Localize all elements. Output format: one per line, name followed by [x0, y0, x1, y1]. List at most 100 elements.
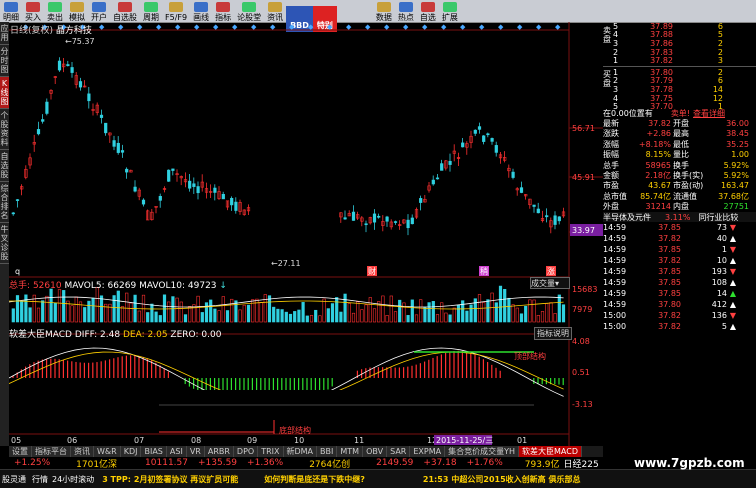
indicator-tab-6[interactable]: ASI	[166, 446, 187, 457]
tick-time: 14:59	[603, 245, 627, 255]
left-tab-0[interactable]: 应用	[0, 22, 9, 45]
toolbar-item-3[interactable]: 模拟	[66, 0, 88, 22]
quote-label: 最新	[603, 119, 619, 129]
indicator-tab-15[interactable]: SAR	[387, 446, 411, 457]
ask-row[interactable]: 5 37.89 6	[603, 22, 756, 31]
mavol5-label: MAVOL5	[64, 281, 102, 291]
tick-time: 15:00	[603, 311, 627, 321]
toolbar-item-7[interactable]: F5/F9	[162, 0, 190, 22]
tick-row: 15:00 37.82 136 ▼	[603, 310, 756, 321]
quote-value: 5.92%	[723, 171, 749, 181]
toolbar-item-6[interactable]: 周期	[140, 0, 162, 22]
left-tab-2[interactable]: K线图	[0, 77, 9, 109]
quote-row: 振幅 8.15% 量比 1.00	[603, 150, 756, 160]
price-tick-label: 45.91	[572, 173, 595, 182]
tick-row: 14:59 37.85 73 ▼	[603, 222, 756, 233]
indicator-tab-8[interactable]: ARBR	[204, 446, 234, 457]
news-headline-2[interactable]: 如何判断是底还是下跌中继?	[264, 474, 365, 485]
candle-body	[11, 212, 15, 215]
indicator-tab-0[interactable]: 设置	[9, 446, 32, 457]
bid-row[interactable]: 5 37.70 1	[603, 102, 756, 111]
toolbar-icon	[442, 2, 457, 12]
candle-body	[473, 129, 477, 134]
toolbar-item-1[interactable]: 买入	[22, 0, 44, 22]
toolbar-item-16[interactable]: 热点	[395, 0, 417, 22]
indicator-tab-17[interactable]: 集合竞价成交量YH	[445, 446, 520, 457]
candle-body	[536, 208, 540, 214]
indicator-tab-16[interactable]: EXPMA	[410, 446, 446, 457]
ask-row[interactable]: 1 37.82 3	[603, 56, 756, 65]
toolbar-icon	[376, 2, 391, 12]
left-tab-4[interactable]: 自选股	[0, 150, 9, 182]
left-tab-5[interactable]: 综合排名	[0, 182, 9, 223]
event-marker-icon: ◆	[99, 23, 105, 31]
volume-bar	[125, 292, 129, 323]
indicator-help-button[interactable]: 指标说明	[534, 327, 572, 340]
candle-body	[511, 171, 515, 178]
toolbar-item-0[interactable]: 明细	[0, 0, 22, 22]
indicator-tab-13[interactable]: MTM	[337, 446, 364, 457]
quote-value: 2.18亿	[645, 171, 671, 181]
toolbar-item-label: 周期	[143, 13, 159, 22]
bid-row[interactable]: 2 37.79 6	[603, 76, 756, 85]
indicator-tab-10[interactable]: TRIX	[258, 446, 284, 457]
toolbar-item-4[interactable]: 开户	[88, 0, 110, 22]
toolbar-item-8[interactable]: 画线	[190, 0, 212, 22]
volume-bar	[507, 297, 511, 323]
indicator-tab-7[interactable]: VR	[186, 446, 205, 457]
ask-label: 卖盘	[603, 26, 611, 44]
quote-status[interactable]: 行情	[32, 474, 48, 485]
left-tab-1[interactable]: 分时图	[0, 45, 9, 77]
left-tab-6[interactable]: 牛叉诊股	[0, 223, 9, 264]
kline-chart-area[interactable]: ◆ ◆ ◆ ◆ ◆ ◆ ◆ ◆ ◆ ◆ ◆ ◆ ◆ ◆ ◆ ◆ ◆ ◆ ◆ ◆ ◆ ◆ ◆ ◆ ◆ ◆ ◆ ◆ ◆ ←75.37 ←27.1…	[8, 22, 603, 446]
indicator-tab-12[interactable]: BBI	[317, 446, 338, 457]
indicator-tab-5[interactable]: BIAS	[141, 446, 167, 457]
x-axis-label: 11	[354, 436, 364, 445]
candle-body	[171, 168, 175, 171]
ask-row[interactable]: 4 37.88 5	[603, 30, 756, 39]
toolbar-item-17[interactable]: 自选	[417, 0, 439, 22]
ask-row[interactable]: 3 37.86 2	[603, 39, 756, 48]
ask-row[interactable]: 2 37.83 2	[603, 48, 756, 57]
indicator-tab-9[interactable]: DPO	[233, 446, 259, 457]
indicator-tab-14[interactable]: OBV	[363, 446, 388, 457]
indicator-tab-2[interactable]: 资讯	[71, 446, 94, 457]
toolbar-item-10[interactable]: 论股堂	[234, 0, 264, 22]
bid-row[interactable]: 1 37.80 2	[603, 68, 756, 77]
volume-bar	[335, 297, 339, 323]
news-headline-3[interactable]: 中超公司2015收入创新高 俱乐部总	[451, 474, 580, 485]
indicator-tab-11[interactable]: 新DMA	[283, 446, 318, 457]
indicator-tab-1[interactable]: 指标平台	[32, 446, 71, 457]
toolbar-icon	[242, 2, 257, 12]
event-marker-icon: ◆	[289, 23, 295, 31]
volume-bar	[347, 303, 351, 323]
left-tab-3[interactable]: 个股资料	[0, 109, 9, 150]
industry-row[interactable]: 半导体及元件 3.11% 同行业比较	[603, 211, 756, 223]
macd-tick-label: 4.08	[572, 337, 590, 346]
toolbar-item-11[interactable]: 资讯	[264, 0, 286, 22]
candle-body	[41, 119, 45, 122]
industry-compare-link[interactable]: 同行业比较	[698, 212, 738, 223]
kline-chart-svg: ◆ ◆ ◆ ◆ ◆ ◆ ◆ ◆ ◆ ◆ ◆ ◆ ◆ ◆ ◆ ◆ ◆ ◆ ◆ ◆ ◆ ◆ ◆ ◆ ◆ ◆ ◆ ◆ ◆←75.37←27.1…	[8, 22, 603, 446]
bid-row[interactable]: 3 37.78 14	[603, 85, 756, 94]
toolbar-item-2[interactable]: 卖出	[44, 0, 66, 22]
shenzhen-pct: +1.36%	[247, 458, 284, 468]
bid-row[interactable]: 4 37.75 12	[603, 94, 756, 103]
volume-bar	[364, 304, 368, 323]
app-brand[interactable]: 股灵通	[2, 474, 26, 485]
indicator-tab-18[interactable]: 软差大臣MACD	[519, 446, 582, 457]
toolbar-item-9[interactable]: 指标	[212, 0, 234, 22]
toolbar-item-18[interactable]: 扩展	[439, 0, 461, 22]
volume-bar	[423, 306, 427, 323]
volume-indicator-select[interactable]: 成交量▾	[530, 277, 570, 289]
quote-row: 外盘 31214 内盘 27751	[603, 202, 756, 212]
chart-title: 日线(复权) 晶方科技	[10, 23, 92, 36]
indicator-tab-4[interactable]: KDJ	[120, 446, 142, 457]
volume-bar	[272, 306, 276, 323]
news-headline-1[interactable]: 2月初签署协议 再议扩员可能	[134, 474, 238, 485]
rolling-news-label[interactable]: 24小时滚动	[52, 474, 94, 485]
chart-event-marker-label: 涨	[547, 266, 555, 276]
toolbar-item-5[interactable]: 自选股	[110, 0, 140, 22]
toolbar-item-15[interactable]: 数据	[373, 0, 395, 22]
indicator-tab-3[interactable]: W&R	[94, 446, 121, 457]
